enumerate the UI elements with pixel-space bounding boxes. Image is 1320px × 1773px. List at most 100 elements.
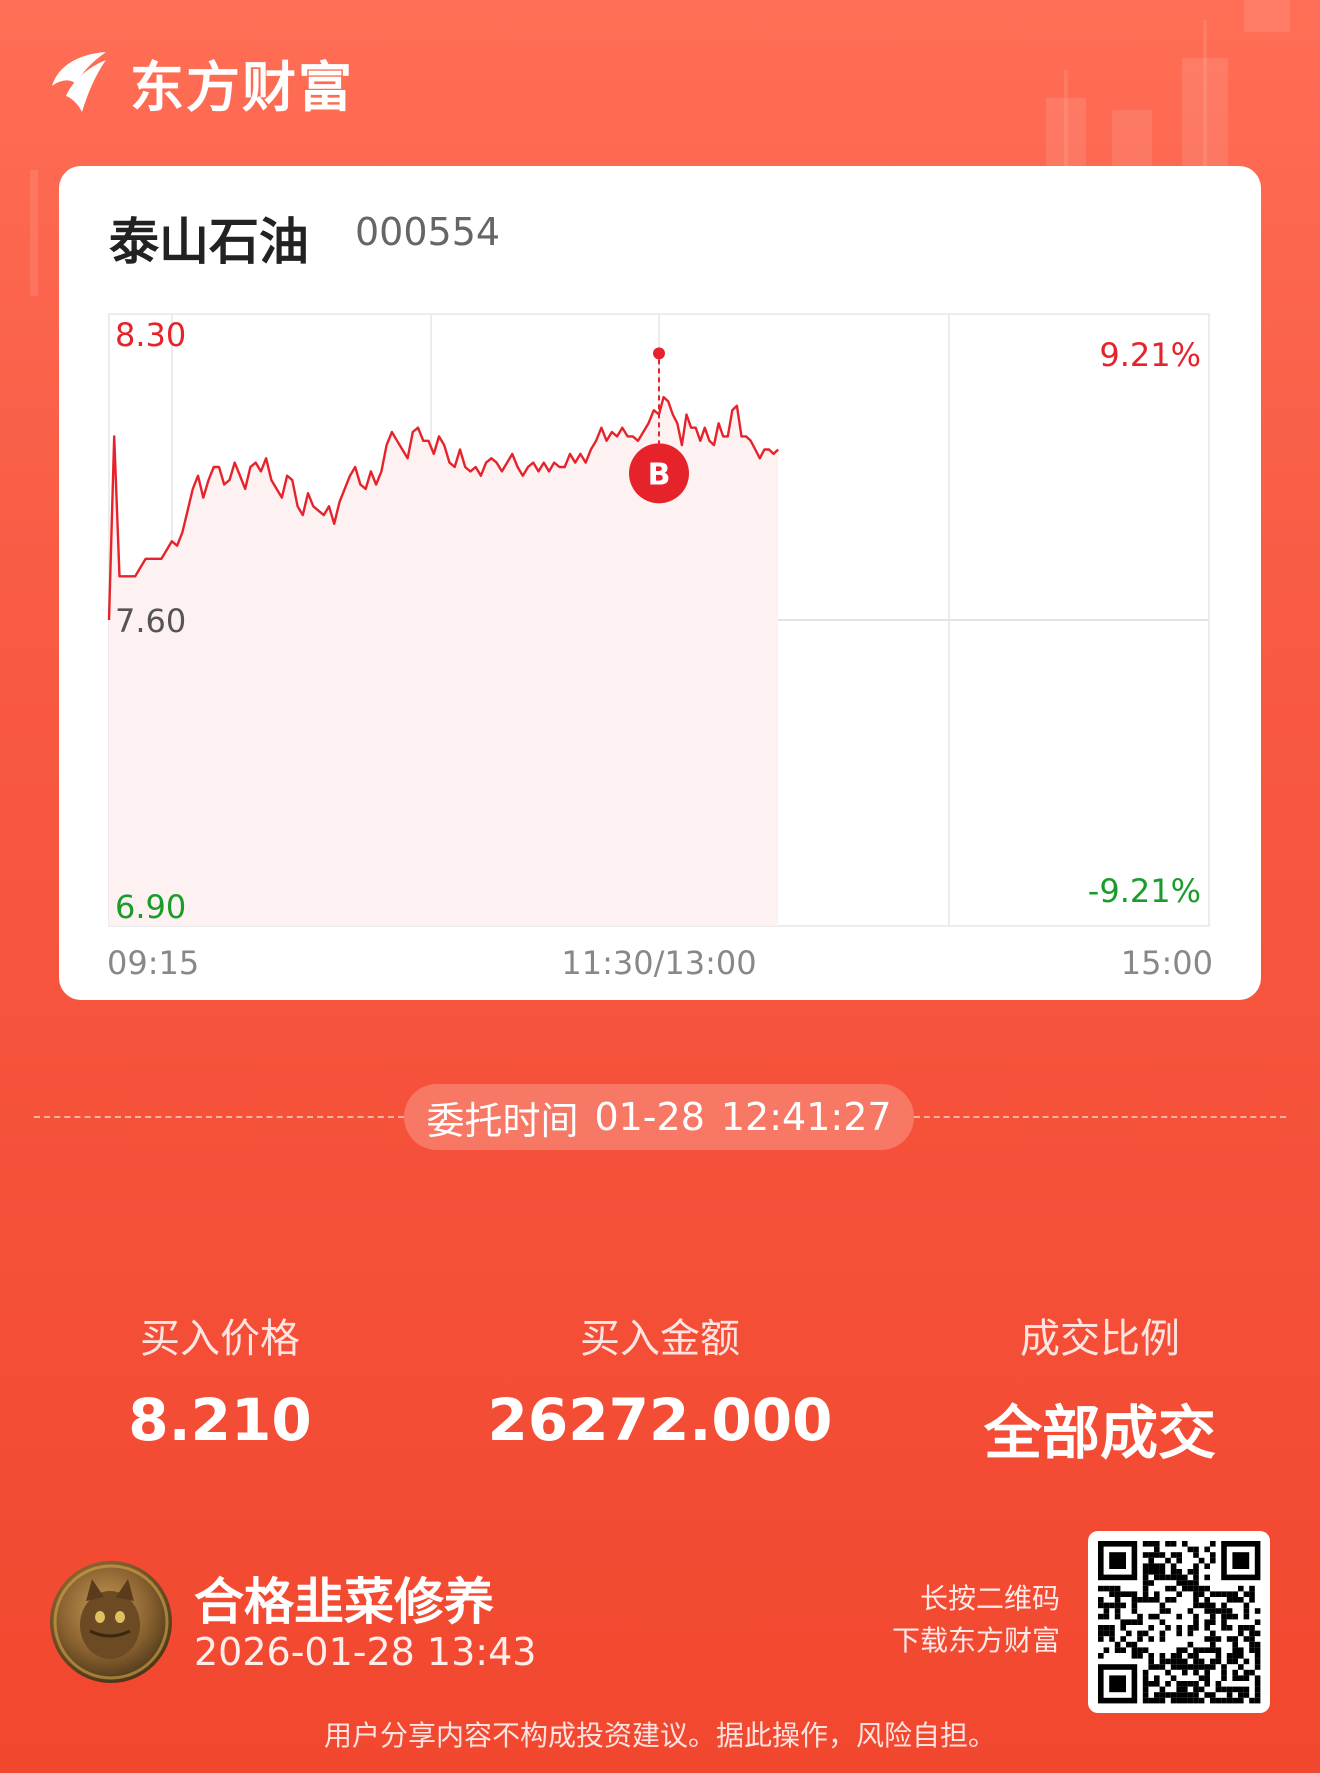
qr-module xyxy=(1226,1608,1233,1614)
qr-code-container[interactable] xyxy=(1088,1531,1270,1713)
qr-module xyxy=(1193,1619,1199,1625)
qr-module xyxy=(1176,1647,1182,1653)
qr-module xyxy=(1148,1569,1154,1575)
qr-hint-line2: 下载东方财富 xyxy=(891,1624,1060,1657)
qr-module xyxy=(1170,1585,1177,1592)
qr-module xyxy=(1109,1585,1115,1592)
qr-module xyxy=(1109,1630,1115,1637)
stat-value: 全部成交 xyxy=(983,1399,1216,1467)
qr-module xyxy=(1176,1569,1182,1575)
qr-module xyxy=(1210,1552,1216,1558)
qr-module xyxy=(1170,1697,1177,1704)
qr-module xyxy=(1254,1641,1261,1648)
user-name: 合格韭菜修养 xyxy=(194,1573,494,1631)
order-time: 12:41:27 xyxy=(720,1095,892,1139)
qr-module xyxy=(1137,1619,1143,1625)
qr-module xyxy=(1154,1546,1160,1553)
qr-module xyxy=(1204,1692,1210,1698)
qr-module xyxy=(1170,1664,1177,1670)
qr-module xyxy=(1193,1686,1199,1693)
x-tick-close: 15:00 xyxy=(1121,944,1213,982)
qr-module xyxy=(1126,1619,1132,1625)
divider-left xyxy=(34,1116,404,1118)
qr-module xyxy=(1204,1664,1210,1670)
qr-module xyxy=(1165,1541,1171,1547)
qr-module xyxy=(1249,1641,1255,1648)
qr-module xyxy=(1210,1608,1216,1614)
qr-module xyxy=(1137,1636,1143,1642)
qr-module xyxy=(1249,1697,1255,1704)
qr-module xyxy=(1210,1591,1216,1597)
qr-module xyxy=(1137,1653,1143,1659)
qr-module xyxy=(1198,1585,1205,1592)
qr-module xyxy=(1154,1574,1160,1581)
qr-module xyxy=(1142,1569,1149,1575)
qr-module xyxy=(1226,1653,1233,1659)
qr-module xyxy=(1170,1658,1177,1665)
qr-module xyxy=(1154,1552,1160,1558)
qr-module xyxy=(1249,1669,1255,1676)
qr-module xyxy=(1176,1686,1182,1693)
qr-module xyxy=(1215,1686,1222,1693)
qr-module xyxy=(1226,1636,1233,1642)
qr-module xyxy=(1114,1585,1121,1592)
qr-module xyxy=(1120,1636,1126,1642)
qr-module xyxy=(1187,1697,1194,1704)
x-tick-midday: 11:30/13:00 xyxy=(561,944,756,982)
qr-module xyxy=(1182,1574,1188,1581)
qr-module xyxy=(1165,1658,1171,1665)
qr-module xyxy=(1098,1597,1104,1603)
stat-label: 买入金额 xyxy=(580,1316,740,1362)
qr-module xyxy=(1170,1563,1177,1569)
qr-module xyxy=(1131,1641,1138,1648)
qr-module xyxy=(1198,1557,1205,1564)
qr-module xyxy=(1204,1597,1210,1603)
qr-module xyxy=(1165,1625,1171,1631)
qr-module xyxy=(1154,1613,1160,1620)
qr-module xyxy=(1193,1569,1199,1575)
qr-module xyxy=(1204,1574,1210,1581)
qr-module xyxy=(1114,1608,1121,1614)
qr-module xyxy=(1142,1552,1149,1558)
qr-module xyxy=(1148,1580,1154,1586)
qr-module xyxy=(1249,1647,1255,1653)
qr-module xyxy=(1159,1653,1166,1659)
qr-module xyxy=(1232,1597,1238,1603)
qr-module xyxy=(1103,1613,1110,1620)
qr-module xyxy=(1114,1597,1121,1603)
qr-module xyxy=(1142,1591,1149,1597)
qr-module xyxy=(1210,1697,1216,1704)
qr-module xyxy=(1254,1681,1261,1687)
qr-module xyxy=(1249,1625,1255,1631)
qr-module xyxy=(1232,1675,1238,1681)
qr-module xyxy=(1254,1686,1261,1693)
qr-finder xyxy=(1109,1552,1126,1569)
qr-module xyxy=(1238,1686,1244,1693)
qr-module xyxy=(1215,1647,1222,1653)
qr-module xyxy=(1182,1681,1188,1687)
qr-code-icon[interactable] xyxy=(1088,1531,1270,1713)
qr-module xyxy=(1098,1585,1104,1592)
qr-module xyxy=(1159,1636,1166,1642)
qr-module xyxy=(1142,1541,1149,1547)
qr-module xyxy=(1226,1597,1233,1603)
qr-module xyxy=(1098,1636,1104,1642)
qr-module xyxy=(1204,1602,1210,1609)
qr-module xyxy=(1159,1569,1166,1575)
qr-module xyxy=(1165,1597,1171,1603)
qr-module xyxy=(1176,1557,1182,1564)
qr-module xyxy=(1232,1686,1238,1693)
qr-module xyxy=(1193,1585,1199,1592)
qr-module xyxy=(1243,1625,1250,1631)
qr-module xyxy=(1131,1602,1138,1609)
qr-module xyxy=(1142,1647,1149,1653)
qr-module xyxy=(1159,1574,1166,1581)
qr-module xyxy=(1193,1625,1199,1631)
qr-module xyxy=(1193,1552,1199,1558)
qr-module xyxy=(1126,1630,1132,1637)
qr-module xyxy=(1120,1619,1126,1625)
cat-avatar-icon[interactable] xyxy=(50,1561,172,1683)
qr-module xyxy=(1142,1580,1149,1586)
qr-module xyxy=(1221,1669,1227,1676)
qr-module xyxy=(1243,1669,1250,1676)
